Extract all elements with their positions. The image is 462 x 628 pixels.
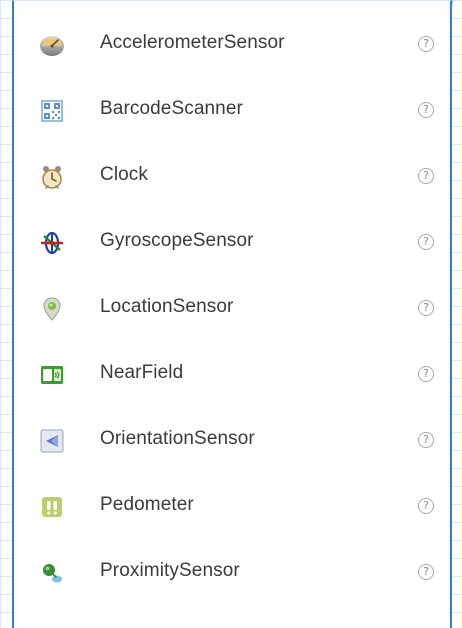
help-icon[interactable]: ? — [418, 432, 434, 448]
palette-item-location-sensor[interactable]: LocationSensor ? — [14, 279, 450, 345]
palette-item-label: BarcodeScanner — [100, 98, 243, 119]
help-icon[interactable]: ? — [418, 36, 434, 52]
near-field-icon — [38, 361, 66, 389]
proximity-icon — [38, 559, 66, 587]
orientation-icon — [38, 427, 66, 455]
pedometer-icon — [38, 493, 66, 521]
palette-item-near-field[interactable]: NearField ? — [14, 345, 450, 411]
sensors-component-list: AccelerometerSensor ? BarcodeScanner ? C… — [14, 1, 450, 609]
help-icon[interactable]: ? — [418, 300, 434, 316]
palette-item-label: Clock — [100, 164, 149, 185]
palette-item-gyroscope-sensor[interactable]: GyroscopeSensor ? — [14, 213, 450, 279]
palette-item-label: NearField — [100, 362, 184, 383]
clock-icon — [38, 163, 66, 191]
palette-item-pedometer[interactable]: Pedometer ? — [14, 477, 450, 543]
gyroscope-icon — [38, 229, 66, 257]
help-icon[interactable]: ? — [418, 168, 434, 184]
palette-item-barcode-scanner[interactable]: BarcodeScanner ? — [14, 81, 450, 147]
designer-canvas: AccelerometerSensor ? BarcodeScanner ? C… — [0, 0, 462, 628]
sensors-palette-panel: AccelerometerSensor ? BarcodeScanner ? C… — [12, 0, 452, 628]
palette-item-orientation-sensor[interactable]: OrientationSensor ? — [14, 411, 450, 477]
help-icon[interactable]: ? — [418, 498, 434, 514]
location-pin-icon — [38, 295, 66, 323]
palette-item-label: AccelerometerSensor — [100, 32, 285, 53]
palette-item-proximity-sensor[interactable]: ProximitySensor ? — [14, 543, 450, 609]
palette-item-label: ProximitySensor — [100, 560, 240, 581]
palette-item-label: OrientationSensor — [100, 428, 255, 449]
palette-item-label: GyroscopeSensor — [100, 230, 254, 251]
help-icon[interactable]: ? — [418, 102, 434, 118]
palette-item-label: Pedometer — [100, 494, 194, 515]
palette-item-clock[interactable]: Clock ? — [14, 147, 450, 213]
help-icon[interactable]: ? — [418, 564, 434, 580]
palette-item-label: LocationSensor — [100, 296, 234, 317]
help-icon[interactable]: ? — [418, 234, 434, 250]
accelerometer-icon — [38, 31, 66, 59]
help-icon[interactable]: ? — [418, 366, 434, 382]
palette-item-accelerometer-sensor[interactable]: AccelerometerSensor ? — [14, 15, 450, 81]
barcode-scanner-icon — [38, 97, 66, 125]
